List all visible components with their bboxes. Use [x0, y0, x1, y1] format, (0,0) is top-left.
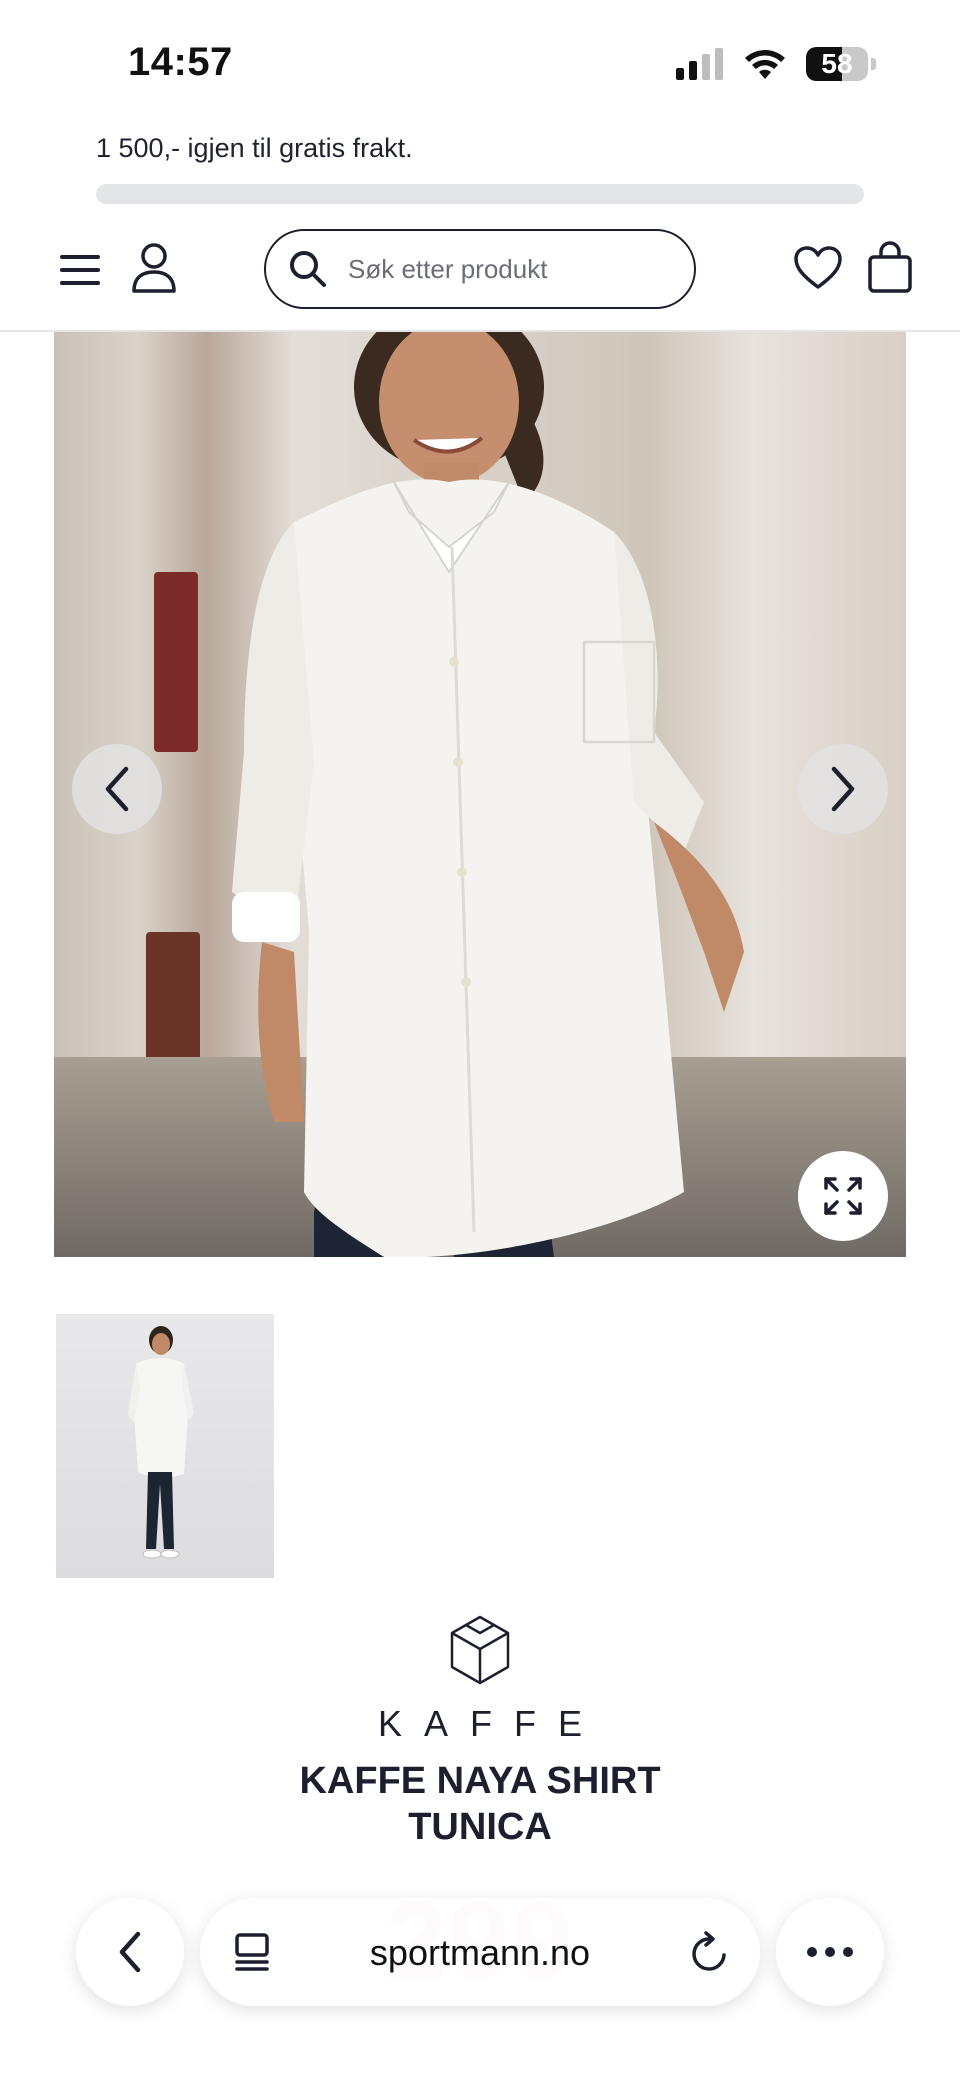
- address-bar[interactable]: sportmann.no: [200, 1898, 760, 2006]
- product-thumbnail[interactable]: [56, 1314, 274, 1578]
- search-icon: [290, 251, 326, 287]
- brand-name[interactable]: KAFFE: [0, 1703, 960, 1745]
- free-shipping-message: 1 500,- igjen til gratis frakt.: [96, 133, 413, 163]
- site-header: [0, 220, 960, 332]
- hamburger-icon: [60, 255, 100, 285]
- shopping-bag-icon: [868, 241, 912, 293]
- brand-logo-icon: [450, 1615, 510, 1685]
- heart-icon: [794, 246, 842, 289]
- battery-indicator: 58: [806, 47, 868, 81]
- product-image[interactable]: [54, 332, 906, 1257]
- status-time: 14:57: [128, 40, 233, 84]
- next-image-button[interactable]: [798, 744, 888, 834]
- browser-back-button[interactable]: [76, 1898, 184, 2006]
- product-title-line: KAFFE NAYA SHIRT: [299, 1760, 661, 1802]
- free-shipping-progress: [96, 184, 864, 204]
- url-text[interactable]: sportmann.no: [200, 1932, 760, 1974]
- thumbnail-photo: [128, 1326, 194, 1559]
- chevron-left-icon: [105, 766, 129, 812]
- browser-toolbar: sportmann.no: [0, 1880, 960, 2081]
- fullscreen-button[interactable]: [798, 1151, 888, 1241]
- battery-cap: [871, 58, 876, 70]
- user-icon: [132, 243, 176, 293]
- browser-more-button[interactable]: [776, 1898, 884, 2006]
- menu-button[interactable]: [56, 246, 104, 294]
- search-input[interactable]: [348, 253, 668, 285]
- battery-percent: 58: [821, 48, 853, 79]
- status-icons: 58: [676, 44, 876, 84]
- previous-image-button[interactable]: [72, 744, 162, 834]
- status-bar: 14:57 58: [0, 0, 960, 120]
- cellular-signal-icon: [676, 48, 723, 80]
- product-title: KAFFE NAYA SHIRT TUNICA: [240, 1758, 720, 1850]
- model-photo: [232, 332, 744, 1257]
- reload-icon[interactable]: [690, 1931, 730, 1973]
- wishlist-button[interactable]: [792, 242, 844, 294]
- search-box[interactable]: [264, 229, 696, 309]
- cart-button[interactable]: [864, 238, 916, 296]
- product-title-line: TUNICA: [408, 1806, 552, 1848]
- expand-icon: [824, 1177, 862, 1215]
- wifi-icon: [745, 50, 785, 79]
- more-icon: [807, 1947, 853, 1957]
- chevron-right-icon: [831, 766, 855, 812]
- chevron-left-icon: [119, 1931, 141, 1973]
- account-button[interactable]: [128, 240, 180, 296]
